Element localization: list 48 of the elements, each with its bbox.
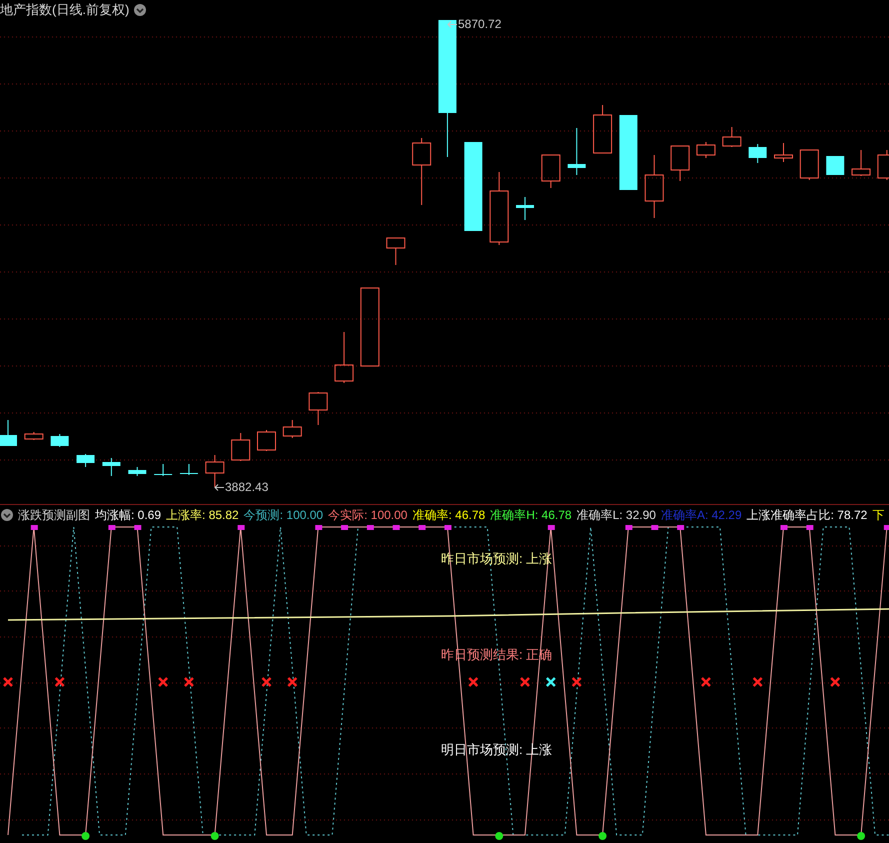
chart-title: 地产指数(日线.前复权) bbox=[0, 1, 130, 19]
candlestick bbox=[593, 104, 612, 154]
candlestick bbox=[670, 146, 690, 182]
candlestick bbox=[541, 154, 560, 188]
candlestick bbox=[412, 138, 432, 206]
arrow-icon bbox=[214, 484, 224, 490]
stat-value: 准确率H: 46.78 bbox=[490, 506, 572, 524]
candlestick bbox=[644, 154, 664, 218]
stat-value: 上涨准确率占比: 78.72 bbox=[746, 506, 868, 524]
candlestick bbox=[877, 150, 889, 180]
stat-value: 准确率L: 32.90 bbox=[576, 506, 656, 524]
candlestick bbox=[568, 128, 586, 176]
candlestick bbox=[205, 454, 224, 488]
candlestick bbox=[852, 150, 871, 176]
candlestick bbox=[0, 420, 17, 446]
candlestick bbox=[128, 466, 146, 476]
dropdown-icon[interactable] bbox=[134, 4, 146, 16]
price-label: 3882.43 bbox=[225, 480, 268, 494]
candlestick bbox=[154, 464, 172, 476]
candlestick bbox=[231, 432, 250, 462]
stat-value: 均涨幅: 0.69 bbox=[95, 506, 162, 524]
dropdown-icon[interactable] bbox=[1, 509, 13, 521]
candlestick bbox=[76, 454, 95, 468]
candlestick bbox=[386, 238, 406, 266]
candlestick bbox=[282, 420, 302, 438]
candlestick bbox=[800, 150, 819, 180]
stat-value: 准确率A: 42.29 bbox=[660, 506, 742, 524]
stat-value: 下 bbox=[872, 506, 884, 524]
stat-value: 准确率: 46.78 bbox=[412, 506, 486, 524]
candlestick bbox=[826, 156, 844, 175]
candlestick bbox=[774, 142, 793, 162]
indicator-title: 涨跌预测副图 bbox=[18, 506, 90, 524]
candlestick bbox=[308, 392, 328, 426]
arrow-icon bbox=[447, 20, 457, 28]
candlestick bbox=[102, 458, 120, 476]
candlestick bbox=[180, 464, 198, 476]
candlestick bbox=[50, 434, 69, 448]
stat-value: 今实际: 100.00 bbox=[328, 506, 408, 524]
candlestick bbox=[516, 196, 534, 220]
candlestick bbox=[334, 332, 354, 384]
price-label: 5870.72 bbox=[458, 17, 502, 31]
stat-value: 上涨率: 85.82 bbox=[166, 506, 239, 524]
stat-value: 今预测: 100.00 bbox=[244, 506, 324, 524]
candlestick bbox=[257, 430, 276, 452]
candlestick bbox=[24, 432, 44, 440]
candlestick bbox=[696, 142, 716, 158]
candlestick bbox=[722, 126, 742, 148]
candlestick bbox=[748, 144, 767, 164]
